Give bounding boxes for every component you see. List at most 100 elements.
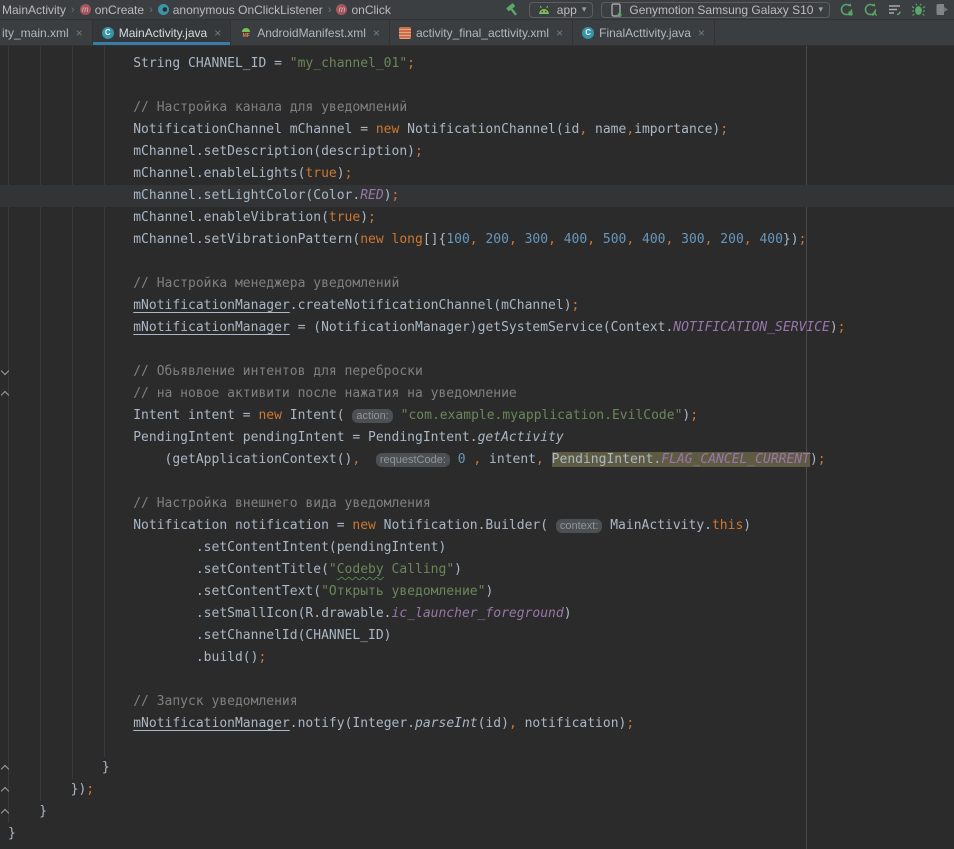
- code-token: new long: [360, 232, 423, 247]
- breadcrumb-item[interactable]: monCreate: [80, 3, 144, 17]
- code-token: ): [384, 188, 392, 203]
- svg-text:A: A: [872, 11, 877, 17]
- code-line[interactable]: // Настройка внешнего вида уведомления: [0, 493, 954, 515]
- code-line[interactable]: mChannel.setDescription(description);: [0, 141, 954, 163]
- code-line[interactable]: mChannel.enableVibration(true);: [0, 207, 954, 229]
- attach-debugger-icon[interactable]: [934, 2, 950, 18]
- code-line[interactable]: (getApplicationContext(), requestCode: 0…: [0, 449, 954, 471]
- code-token: .setContentTitle(: [8, 562, 329, 577]
- close-icon[interactable]: ×: [698, 26, 705, 40]
- code-line[interactable]: Intent intent = new Intent( action: "com…: [0, 405, 954, 427]
- chevron-down-icon: ▾: [582, 4, 587, 15]
- code-line[interactable]: }: [0, 801, 954, 823]
- code-line[interactable]: [0, 339, 954, 361]
- code-token: ;: [392, 188, 400, 203]
- code-token: ;: [368, 210, 376, 225]
- code-line[interactable]: }: [0, 823, 954, 845]
- tab-FinalActtivity.java[interactable]: CFinalActtivity.java×: [573, 20, 715, 45]
- code-token: context:: [556, 519, 603, 533]
- code-line[interactable]: // Настройка канала для уведомлений: [0, 97, 954, 119]
- code-line[interactable]: [0, 75, 954, 97]
- breadcrumb: MainActivity›monCreate›anonymous OnClick…: [2, 3, 505, 17]
- code-token: }): [783, 232, 799, 247]
- code-token: ;: [799, 232, 807, 247]
- apply-code-changes-icon[interactable]: A: [862, 2, 878, 18]
- code-token: // Обьявление интентов для переброски: [8, 364, 423, 379]
- code-token: mNotificationManager: [133, 298, 290, 313]
- profiler-icon[interactable]: [886, 2, 902, 18]
- code-line[interactable]: [0, 251, 954, 273]
- code-token: .setContentText(: [8, 584, 321, 599]
- code-line[interactable]: .build();: [0, 647, 954, 669]
- code-token: 500: [603, 232, 626, 247]
- code-token: ,: [470, 232, 478, 247]
- code-token: ;: [345, 166, 353, 181]
- code-token: [556, 232, 564, 247]
- android-icon: [536, 2, 552, 18]
- code-token: MainActivity.: [602, 518, 712, 533]
- code-line[interactable]: [0, 735, 954, 757]
- code-token: ,: [548, 232, 556, 247]
- code-line[interactable]: mNotificationManager.notify(Integer.pars…: [0, 713, 954, 735]
- breadcrumb-item[interactable]: MainActivity: [2, 3, 66, 17]
- code-line[interactable]: NotificationChannel mChannel = new Notif…: [0, 119, 954, 141]
- tab-AndroidManifest.xml[interactable]: MFAndroidManifest.xml×: [231, 20, 390, 45]
- code-token: mChannel.setDescription(description): [8, 144, 415, 159]
- code-line[interactable]: mChannel.enableLights(true);: [0, 163, 954, 185]
- code-line[interactable]: mChannel.setVibrationPattern(new long[]{…: [0, 229, 954, 251]
- code-line[interactable]: });: [0, 779, 954, 801]
- breadcrumb-item[interactable]: monClick: [336, 3, 390, 17]
- apply-changes-restart-icon[interactable]: [838, 2, 854, 18]
- code-line[interactable]: [0, 669, 954, 691]
- code-token: ;: [258, 650, 266, 665]
- run-configuration-select[interactable]: app ▾: [529, 2, 594, 18]
- code-line[interactable]: // Настройка менеджера уведомлений: [0, 273, 954, 295]
- close-icon[interactable]: ×: [76, 26, 83, 40]
- device-select[interactable]: Genymotion Samsung Galaxy S10 ▾: [601, 2, 830, 18]
- code-line[interactable]: mNotificationManager = (NotificationMana…: [0, 317, 954, 339]
- build-hammer-icon[interactable]: [505, 2, 521, 18]
- code-line[interactable]: Notification notification = new Notifica…: [0, 515, 954, 537]
- tab-activity_final_acttivity.xml[interactable]: activity_final_acttivity.xml ×: [390, 20, 573, 45]
- tab-ity_main.xml[interactable]: ity_main.xml×: [0, 20, 93, 45]
- code-token: ): [564, 606, 572, 621]
- code-token: ): [830, 320, 838, 335]
- code-line[interactable]: PendingIntent pendingIntent = PendingInt…: [0, 427, 954, 449]
- code-area[interactable]: String CHANNEL_ID = "my_channel_01"; // …: [0, 53, 954, 845]
- tab-MainActivity.java[interactable]: CMainActivity.java×: [93, 20, 232, 45]
- code-line[interactable]: mNotificationManager.createNotificationC…: [0, 295, 954, 317]
- editor[interactable]: String CHANNEL_ID = "my_channel_01"; // …: [0, 46, 954, 849]
- code-token: "my_channel_01": [290, 56, 407, 71]
- code-token: ;: [415, 144, 423, 159]
- code-line[interactable]: // Обьявление интентов для переброски: [0, 361, 954, 383]
- code-token: ,: [626, 122, 634, 137]
- code-line[interactable]: }: [0, 757, 954, 779]
- breadcrumb-item[interactable]: anonymous OnClickListener: [158, 3, 323, 17]
- code-token: getActivity: [478, 430, 564, 445]
- code-token: 0: [458, 452, 466, 467]
- manifest-file-icon: MF: [240, 27, 252, 39]
- close-icon[interactable]: ×: [373, 26, 380, 40]
- debug-icon[interactable]: [910, 2, 926, 18]
- code-token: mChannel.setVibrationPattern(: [8, 232, 360, 247]
- close-icon[interactable]: ×: [556, 26, 563, 40]
- code-token: NOTIFICATION_SERVICE: [673, 320, 830, 335]
- code-line[interactable]: .setContentTitle("Codeby Calling"): [0, 559, 954, 581]
- code-line[interactable]: .setChannelId(CHANNEL_ID): [0, 625, 954, 647]
- code-line[interactable]: mChannel.setLightColor(Color.RED);: [0, 185, 954, 207]
- close-icon[interactable]: ×: [214, 26, 221, 40]
- code-line[interactable]: String CHANNEL_ID = "my_channel_01";: [0, 53, 954, 75]
- code-token: NotificationChannel(id: [399, 122, 579, 137]
- code-token: PendingIntent.: [552, 452, 662, 467]
- code-line[interactable]: .setSmallIcon(R.drawable.ic_launcher_for…: [0, 603, 954, 625]
- code-line[interactable]: [0, 471, 954, 493]
- code-token: String CHANNEL_ID =: [8, 56, 290, 71]
- breadcrumb-label: MainActivity: [2, 3, 66, 17]
- tab-label: activity_final_acttivity.xml: [416, 26, 549, 40]
- code-line[interactable]: // на новое активити после нажатия на ув…: [0, 383, 954, 405]
- code-token: FLAG_CANCEL_CURRENT: [661, 452, 810, 467]
- code-line[interactable]: .setContentText("Открыть уведомление"): [0, 581, 954, 603]
- tab-bar: ity_main.xml×CMainActivity.java×MFAndroi…: [0, 20, 954, 46]
- code-line[interactable]: // Запуск уведомления: [0, 691, 954, 713]
- code-line[interactable]: .setContentIntent(pendingIntent): [0, 537, 954, 559]
